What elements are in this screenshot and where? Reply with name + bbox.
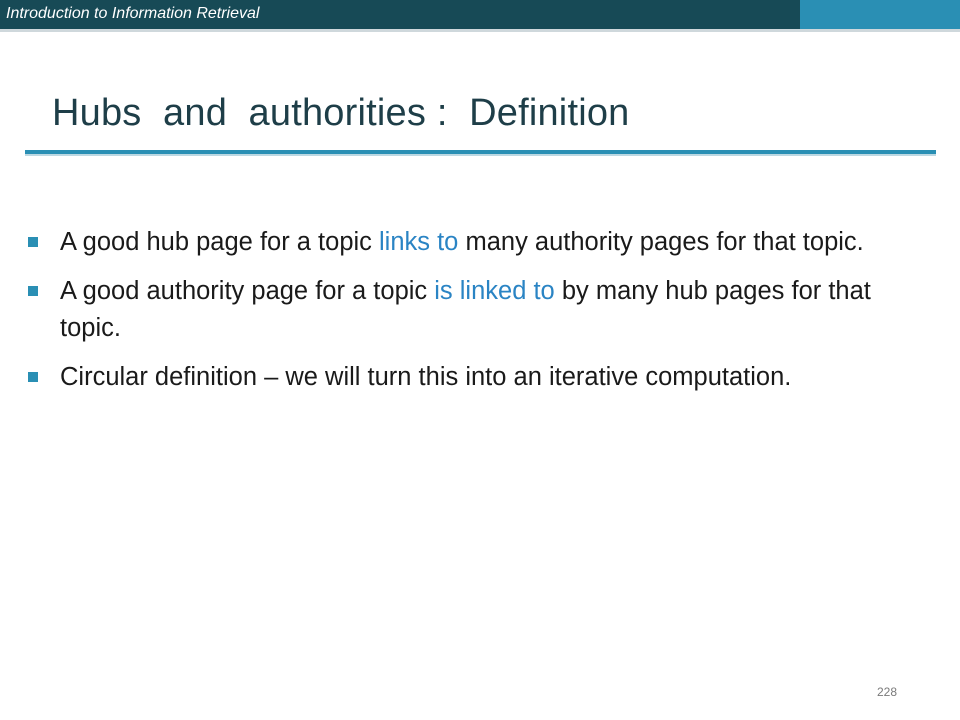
square-bullet-icon	[28, 286, 38, 296]
bullet-text-before: A good authority page for a topic	[60, 277, 435, 305]
title-underline-shadow	[25, 154, 936, 156]
bullet-list: A good hub page for a topic links to man…	[28, 224, 918, 408]
header-bar: Introduction to Information Retrieval	[0, 0, 800, 29]
bullet-text-highlight: links to	[379, 228, 459, 256]
page-number: 228	[877, 685, 898, 699]
square-bullet-icon	[28, 237, 38, 247]
header-divider	[0, 29, 960, 32]
square-bullet-icon	[28, 372, 38, 382]
bullet-item-hub: A good hub page for a topic links to man…	[28, 224, 918, 261]
bullet-text-highlight: is linked to	[434, 277, 555, 305]
slide-title: Hubs and authorities : Definition	[52, 92, 630, 134]
bullet-item-circular: Circular definition – we will turn this …	[28, 359, 918, 396]
bullet-text-before: A good hub page for a topic	[60, 228, 379, 256]
course-title: Introduction to Information Retrieval	[6, 5, 260, 22]
bullet-text-after: many authority pages for that topic.	[458, 228, 864, 256]
bullet-item-authority: A good authority page for a topic is lin…	[28, 273, 918, 347]
bullet-text-before: Circular definition – we will turn this …	[60, 363, 792, 391]
header-accent-block	[800, 0, 960, 29]
